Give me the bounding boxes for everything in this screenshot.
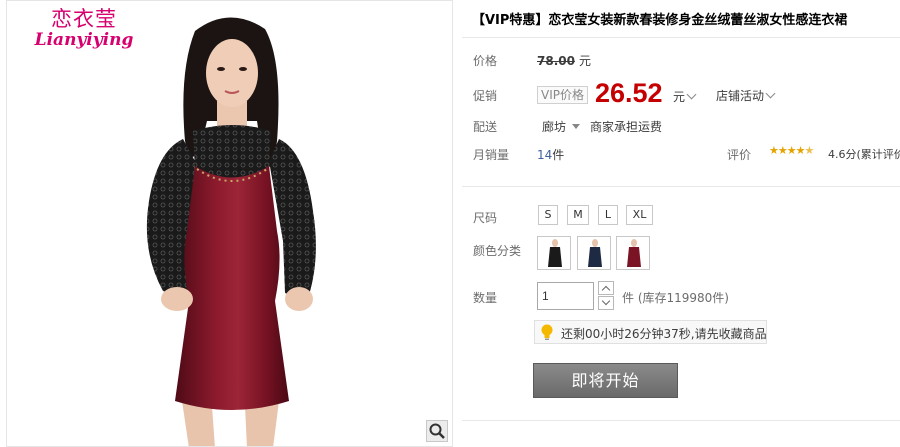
- quantity-input[interactable]: [537, 282, 594, 310]
- ship-from-city: 廊坊: [542, 120, 567, 134]
- size-option-s[interactable]: S: [538, 205, 558, 225]
- swatch-dress-navy: [588, 239, 602, 267]
- quantity-increase-button[interactable]: [598, 281, 614, 295]
- monthly-sales-unit: 件: [552, 148, 565, 162]
- rating-link[interactable]: 4.6分(累计评价: [828, 146, 900, 162]
- promo-price: 26.52: [595, 78, 663, 108]
- shop-activity-dropdown[interactable]: 店铺活动: [716, 87, 776, 104]
- star-icon: ★: [786, 144, 797, 157]
- rating-label: 评价: [727, 148, 752, 162]
- rating-stars: ★★★★★: [769, 144, 815, 157]
- sales-label: 月销量: [473, 148, 510, 162]
- promo-unit-text: 元: [673, 90, 686, 104]
- monthly-sales: 14件: [537, 146, 564, 163]
- stock-info: 件 (库存119980件): [622, 291, 729, 305]
- chevron-down-icon: [601, 296, 611, 306]
- coming-soon-button[interactable]: 即将开始: [533, 363, 678, 398]
- info-divider: [462, 186, 900, 187]
- size-option-l[interactable]: L: [598, 205, 618, 225]
- size-option-xl[interactable]: XL: [626, 205, 653, 225]
- lightbulb-icon: [541, 324, 553, 340]
- shipping-fee: 商家承担运费: [590, 120, 663, 134]
- star-icon: ★: [795, 144, 806, 157]
- chevron-down-icon: [686, 89, 697, 100]
- star-icon: ★: [777, 144, 788, 157]
- original-price: 78.00 元: [537, 52, 591, 69]
- promo-label: 促销: [473, 89, 498, 103]
- product-title: 【VIP特惠】恋衣莹女装新款春装修身金丝绒蕾丝淑女性感连衣裙: [472, 13, 848, 28]
- color-swatch-black[interactable]: [537, 236, 571, 270]
- color-label: 颜色分类: [473, 244, 522, 258]
- original-price-value: 78.00: [537, 54, 575, 68]
- product-image-area: 恋衣莹 Lianyiying: [6, 0, 453, 447]
- size-option-m[interactable]: M: [567, 205, 589, 225]
- brand-name-en: Lianyiying: [34, 30, 134, 50]
- star-icon: ★: [769, 144, 779, 157]
- quantity-label: 数量: [473, 291, 498, 305]
- brand-name-cn: 恋衣莹: [51, 7, 117, 31]
- ship-from-selector[interactable]: 廊坊: [542, 118, 581, 135]
- swatch-dress-wine: [627, 239, 641, 267]
- countdown-text: 还剩00小时26分钟37秒,请先收藏商品: [561, 327, 767, 341]
- magnifier-icon: [429, 423, 445, 439]
- shop-activity-label: 店铺活动: [716, 89, 765, 103]
- brand-logo: 恋衣莹 Lianyiying: [19, 7, 149, 49]
- product-photo: [146, 17, 316, 446]
- bottom-divider: [462, 420, 900, 421]
- dropdown-triangle-icon: [572, 124, 581, 129]
- swatch-dress-black: [548, 239, 562, 267]
- color-swatch-wine-red[interactable]: [616, 236, 650, 270]
- title-divider: [462, 37, 900, 38]
- price-label: 价格: [473, 54, 498, 68]
- chevron-up-icon: [601, 285, 611, 295]
- size-label: 尺码: [473, 211, 498, 225]
- star-icon: ★: [804, 144, 815, 157]
- shipping-label: 配送: [473, 120, 498, 134]
- chevron-down-icon: [765, 88, 776, 99]
- vip-price-tag: VIP价格: [537, 86, 588, 104]
- quantity-decrease-button[interactable]: [598, 296, 614, 310]
- countdown-notice: 还剩00小时26分钟37秒,请先收藏商品: [534, 320, 767, 344]
- promo-price-unit[interactable]: 元: [673, 88, 697, 105]
- zoom-button[interactable]: [426, 420, 448, 442]
- original-price-unit: 元: [578, 54, 591, 68]
- color-swatch-navy[interactable]: [577, 236, 611, 270]
- monthly-sales-count: 14: [537, 148, 553, 162]
